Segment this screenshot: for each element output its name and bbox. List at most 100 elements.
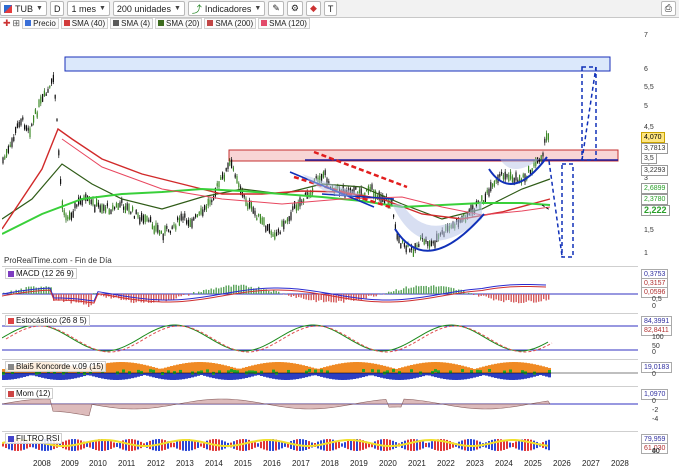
koncorde-blue <box>317 373 320 377</box>
indicator-panel[interactable]: Estocástico (26 8 5) <box>2 313 638 359</box>
koncorde-green <box>434 369 437 373</box>
rsi-bar <box>266 439 268 451</box>
koncorde-orange <box>491 364 494 373</box>
x-tick-label: 2011 <box>118 459 136 468</box>
candle-body <box>207 198 209 206</box>
histogram-bar <box>333 294 335 303</box>
candle-body <box>4 156 6 159</box>
ticker-selector[interactable]: TUB ▼ <box>0 1 47 16</box>
rsi-bar <box>206 440 208 450</box>
koncorde-blue <box>485 373 488 376</box>
x-tick-label: 2008 <box>33 459 51 468</box>
koncorde-orange <box>494 363 497 373</box>
pencil-icon: ✎ <box>272 3 280 13</box>
histogram-bar <box>318 294 320 301</box>
histogram-bar <box>358 294 360 301</box>
histogram-bar <box>268 290 270 294</box>
indicator-panel[interactable]: Blai5 Koncorde v.09 (15) <box>2 359 638 386</box>
koncorde-blue <box>32 373 35 376</box>
watermark: ProRealTime.com - Fin de Día <box>4 256 112 265</box>
indicator-chart[interactable] <box>2 387 638 431</box>
price-chart[interactable] <box>2 29 638 266</box>
candle-body <box>223 174 225 181</box>
candle-body <box>160 231 162 234</box>
koncorde-blue <box>230 373 233 380</box>
indicator-name: Estocástico (26 8 5) <box>16 316 87 325</box>
koncorde-orange <box>446 362 449 373</box>
koncorde-blue <box>221 373 224 380</box>
histogram-bar <box>490 294 492 299</box>
koncorde-orange <box>422 362 425 373</box>
candle-body <box>148 219 150 222</box>
legend-swatch <box>207 20 214 26</box>
indicator-chart[interactable] <box>2 267 638 313</box>
koncorde-blue <box>458 373 461 380</box>
histogram-bar <box>515 294 517 303</box>
indicator-chart[interactable] <box>2 432 638 458</box>
koncorde-blue <box>401 373 404 380</box>
indicators-button[interactable]: ⤴ Indicadores ▼ <box>187 1 266 16</box>
units-selector[interactable]: 200 unidades ▼ <box>112 1 185 16</box>
indicator-panel[interactable]: Mom (12) <box>2 386 638 431</box>
candle-body <box>25 125 27 131</box>
legend-item[interactable]: SMA (4) <box>110 17 154 29</box>
indicator-title[interactable]: Estocástico (26 8 5) <box>5 315 90 326</box>
print-button[interactable]: ⎙ <box>660 1 676 16</box>
candle-body <box>45 93 47 96</box>
histogram-bar <box>93 293 95 294</box>
shapes-button[interactable]: ◆ <box>305 1 321 16</box>
legend-item[interactable]: SMA (40) <box>60 17 109 29</box>
indicator-panel[interactable]: FILTRO RSI <box>2 431 638 458</box>
candle-body <box>110 209 112 215</box>
zoom-icon[interactable]: ⊞ <box>13 18 21 29</box>
koncorde-blue <box>266 373 269 378</box>
legend-item[interactable]: SMA (120) <box>258 17 310 29</box>
koncorde-orange <box>497 363 500 373</box>
koncorde-green <box>470 370 473 374</box>
legend-item[interactable]: SMA (200) <box>204 17 257 29</box>
add-indicator-icon[interactable]: ✚ <box>3 18 11 29</box>
text-icon: T <box>327 3 334 14</box>
koncorde-green <box>212 371 215 375</box>
candle-body <box>171 226 173 230</box>
histogram-bar <box>273 290 275 294</box>
legend-item[interactable]: SMA (20) <box>155 17 203 29</box>
timeframe-selector[interactable]: 1 mes ▼ <box>67 1 110 16</box>
koncorde-blue <box>479 373 482 377</box>
candle-body <box>423 239 425 245</box>
candle-body <box>22 117 24 120</box>
koncorde-blue <box>149 373 152 377</box>
histogram-bar <box>430 285 432 294</box>
text-button[interactable]: T <box>323 1 338 16</box>
draw-tool-button[interactable]: ✎ <box>268 1 284 16</box>
candle-body <box>247 203 249 210</box>
histogram-bar <box>193 292 195 294</box>
rsi-bar <box>413 439 415 451</box>
koncorde-blue <box>299 373 302 379</box>
koncorde-green <box>431 370 434 374</box>
candle-body <box>114 206 116 210</box>
settings-button[interactable]: ⚙ <box>286 1 303 16</box>
indicator-title[interactable]: Blai5 Koncorde v.09 (15) <box>5 361 107 372</box>
indicator-title[interactable]: Mom (12) <box>5 388 54 399</box>
koncorde-orange <box>224 365 227 373</box>
koncorde-orange <box>257 364 260 373</box>
koncorde-blue <box>464 373 467 380</box>
candle-body <box>184 213 186 218</box>
koncorde-orange <box>164 367 167 373</box>
koncorde-blue <box>5 373 8 380</box>
candle-body <box>42 94 44 102</box>
indicator-title[interactable]: FILTRO RSI <box>5 433 63 444</box>
indicator-panel[interactable]: MACD (12 26 9) <box>2 266 638 313</box>
histogram-bar <box>215 287 217 294</box>
legend-item[interactable]: Precio <box>22 17 59 29</box>
price-panel[interactable]: ProRealTime.com - Fin de Día <box>2 29 638 266</box>
histogram-bar <box>500 294 502 302</box>
candle-body <box>427 241 429 247</box>
candle-body <box>268 224 270 233</box>
candle-body <box>40 96 42 104</box>
period-box[interactable]: D <box>49 1 65 16</box>
indicator-chart[interactable] <box>2 314 638 359</box>
indicator-title[interactable]: MACD (12 26 9) <box>5 268 77 279</box>
koncorde-blue <box>68 373 71 380</box>
